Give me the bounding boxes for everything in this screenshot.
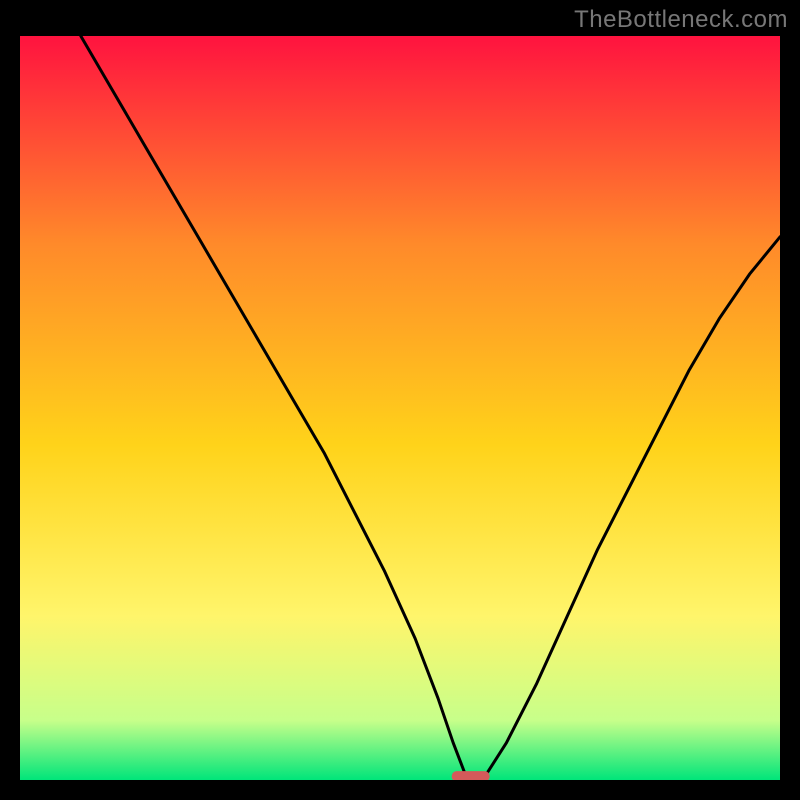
plot-area [20, 36, 780, 780]
optimal-marker [452, 771, 490, 780]
watermark-text: TheBottleneck.com [574, 6, 788, 34]
gradient-background [20, 36, 780, 780]
chart-svg [20, 36, 780, 780]
chart-stage: TheBottleneck.com [0, 0, 800, 800]
